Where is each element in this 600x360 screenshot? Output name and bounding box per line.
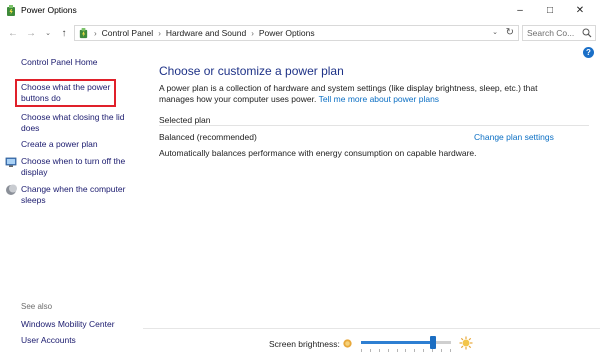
page-description: A power plan is a collection of hardware…: [159, 83, 559, 105]
dim-sun-icon: [343, 339, 352, 348]
page-title: Choose or customize a power plan: [159, 64, 344, 78]
selected-plan-label: Selected plan: [159, 115, 211, 125]
breadcrumb-power-options[interactable]: Power Options: [259, 28, 315, 38]
chevron-right-icon: ›: [251, 28, 254, 38]
change-plan-settings-link[interactable]: Change plan settings: [474, 132, 554, 142]
brightness-slider-track[interactable]: [361, 341, 451, 344]
sidebar-item-create-plan[interactable]: Create a power plan: [21, 139, 133, 150]
brightness-slider-fill: [361, 341, 433, 344]
chevron-right-icon: ›: [158, 28, 161, 38]
search-input[interactable]: [527, 28, 583, 38]
sidebar-item-turn-off-display[interactable]: Choose when to turn off the display: [21, 156, 133, 178]
breadcrumb-hardware-and-sound[interactable]: Hardware and Sound: [166, 28, 246, 38]
maximize-button[interactable]: □: [535, 0, 565, 20]
control-panel-icon: [79, 27, 88, 38]
control-panel-home-link[interactable]: Control Panel Home: [21, 57, 98, 67]
address-dropdown-icon[interactable]: ⌄: [492, 28, 498, 36]
brightness-bar: Screen brightness:: [143, 328, 600, 360]
breadcrumb-control-panel[interactable]: Control Panel: [102, 28, 154, 38]
chevron-right-icon: ›: [94, 28, 97, 38]
sidebar-item-power-buttons[interactable]: Choose what the power buttons do: [21, 82, 133, 104]
title-bar: Power Options – □ ✕: [0, 0, 600, 22]
sidebar-item-computer-sleeps[interactable]: Change when the computer sleeps: [21, 184, 133, 206]
sidebar-item-closing-lid[interactable]: Choose what closing the lid does: [21, 112, 133, 134]
section-divider: [159, 125, 589, 126]
window-title: Power Options: [21, 5, 77, 15]
address-row: ← → ⌄ ↑ › Control Panel › Hardware and S…: [0, 22, 600, 44]
help-icon[interactable]: ?: [583, 47, 594, 58]
address-bar[interactable]: › Control Panel › Hardware and Sound › P…: [74, 25, 519, 41]
sidebar: Control Panel Home Choose what the power…: [0, 44, 140, 360]
moon-icon: [6, 184, 17, 195]
refresh-icon[interactable]: ↻: [506, 27, 514, 38]
back-arrow-icon[interactable]: ←: [6, 26, 20, 40]
windows-mobility-center-link[interactable]: Windows Mobility Center: [21, 319, 115, 329]
see-also-label: See also: [21, 302, 53, 311]
close-button[interactable]: ✕: [565, 0, 595, 20]
bright-sun-icon: [459, 336, 473, 350]
minimize-button[interactable]: –: [505, 0, 535, 20]
brightness-label: Screen brightness:: [269, 339, 340, 349]
plan-name: Balanced (recommended): [159, 132, 257, 142]
recent-locations-icon[interactable]: ⌄: [43, 26, 53, 40]
plan-description: Automatically balances performance with …: [159, 148, 477, 158]
search-icon[interactable]: [582, 28, 592, 38]
forward-arrow-icon[interactable]: →: [24, 26, 38, 40]
brightness-slider-thumb[interactable]: [430, 336, 436, 349]
power-plans-help-link[interactable]: Tell me more about power plans: [319, 94, 439, 104]
display-icon: [5, 157, 17, 167]
search-box[interactable]: [522, 25, 596, 41]
power-options-icon: [7, 5, 15, 16]
up-arrow-icon[interactable]: ↑: [57, 26, 71, 40]
brightness-slider-ticks: [361, 349, 451, 352]
user-accounts-link[interactable]: User Accounts: [21, 335, 76, 345]
